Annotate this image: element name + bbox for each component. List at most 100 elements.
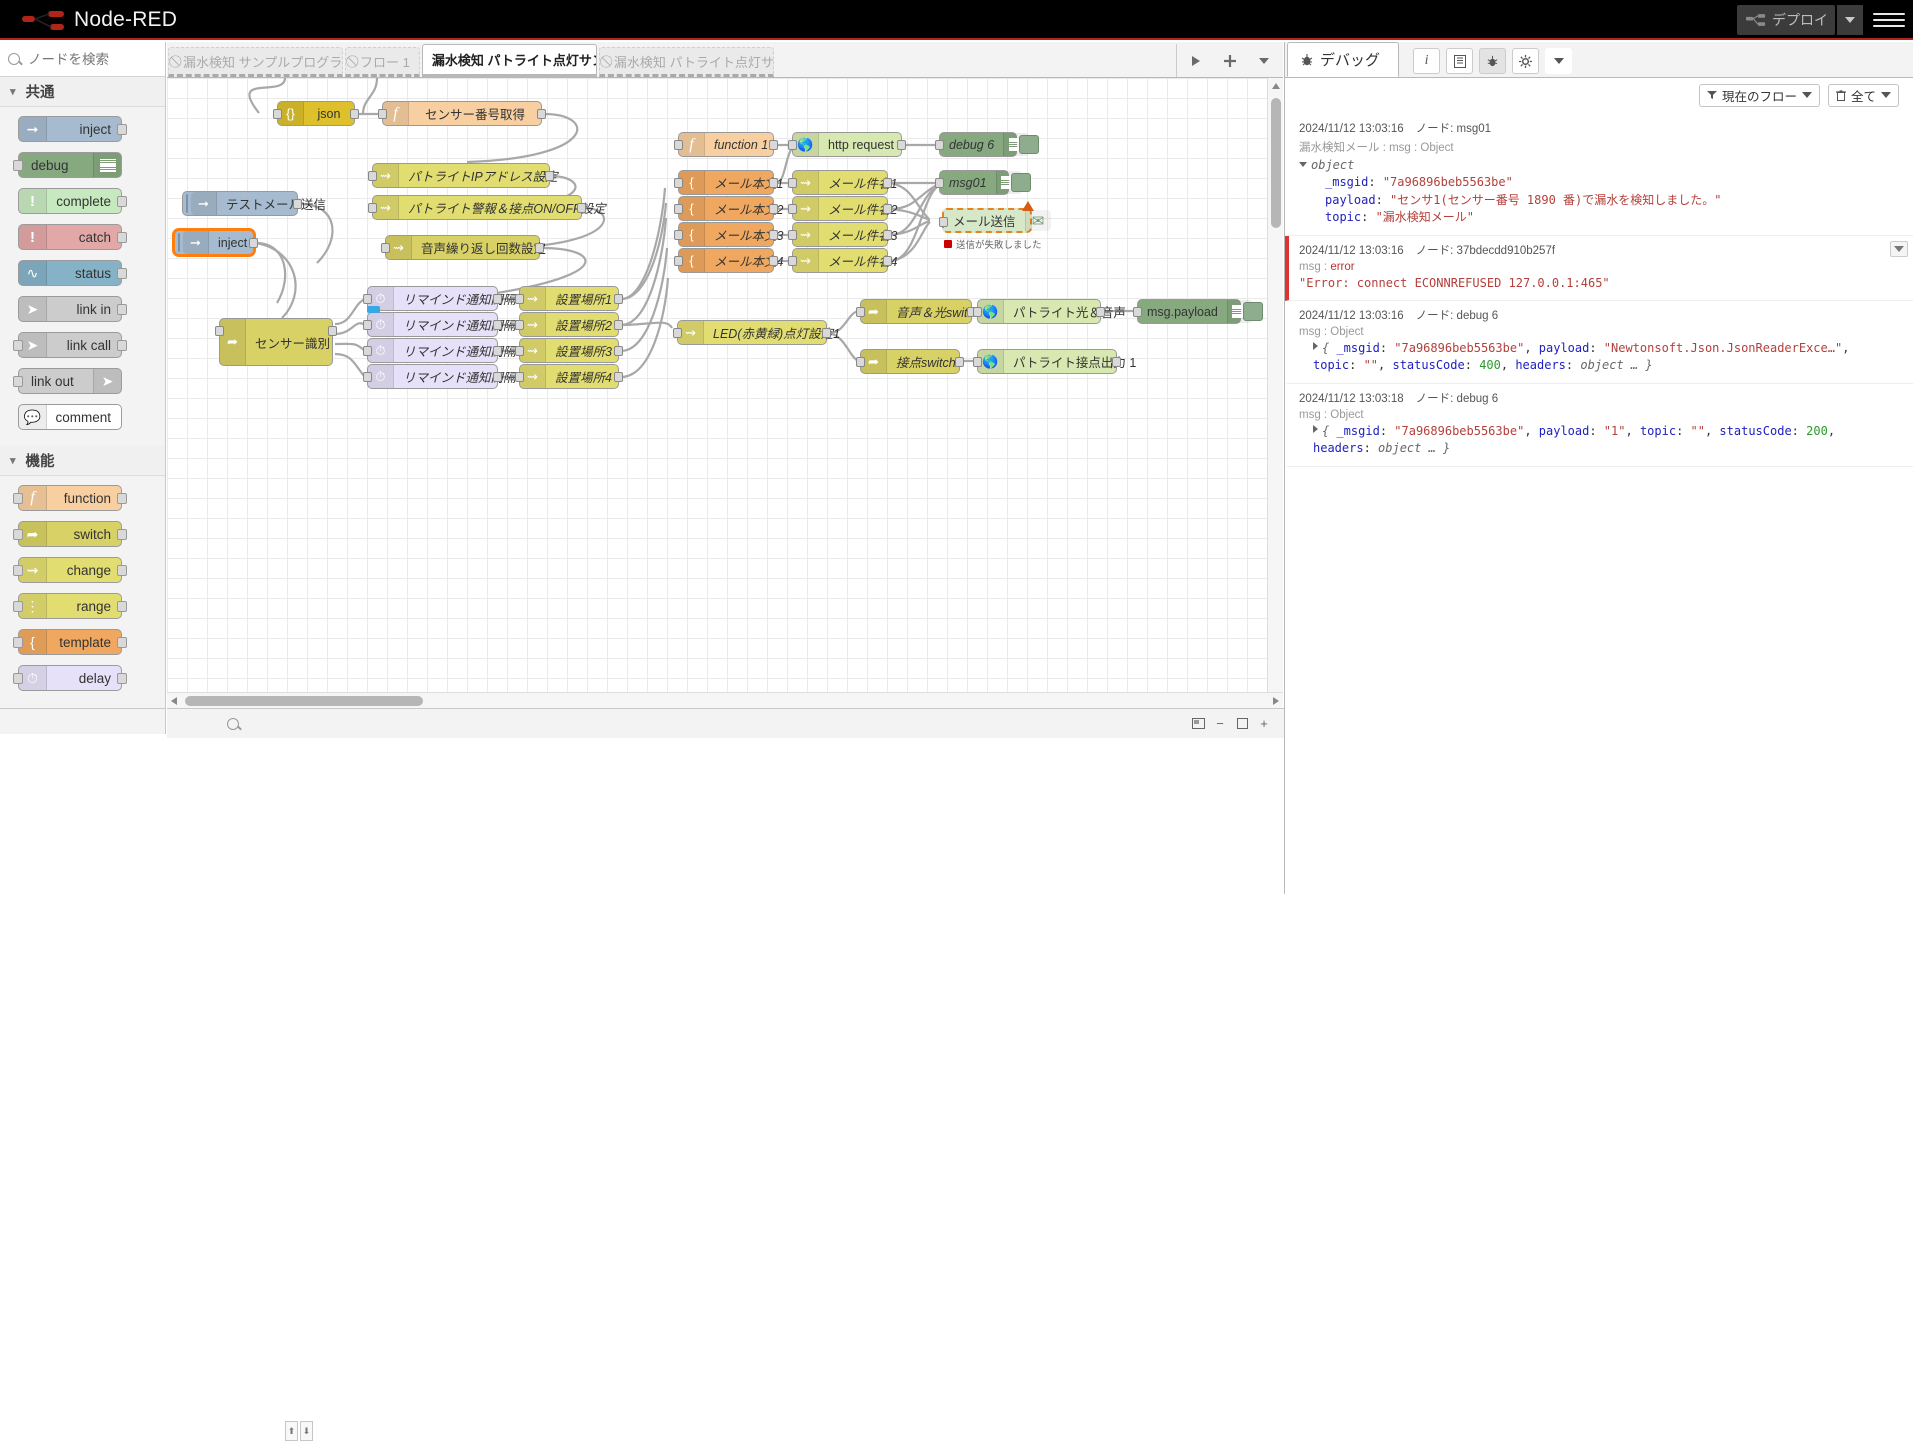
- deploy-button[interactable]: デプロイ: [1737, 5, 1835, 35]
- input-port[interactable]: [674, 256, 683, 266]
- input-port[interactable]: [13, 376, 23, 387]
- clear-messages-button[interactable]: 全て: [1827, 83, 1899, 107]
- flow-menu-button[interactable]: [1247, 44, 1281, 77]
- output-port[interactable]: [117, 601, 127, 612]
- info-tab[interactable]: i: [1413, 48, 1441, 74]
- flow-node-change-20[interactable]: ⇝ メール件名1: [788, 170, 897, 195]
- collapse-down-button[interactable]: ⬇: [300, 1421, 313, 1441]
- flow-filter-button[interactable]: 現在のフロー: [1698, 83, 1820, 107]
- palette-node-status[interactable]: ∿ status: [18, 260, 127, 286]
- flow-node-change-15[interactable]: ⇝ 設置場所4: [515, 364, 623, 389]
- message-menu-button[interactable]: [1890, 240, 1908, 257]
- input-port[interactable]: [674, 204, 683, 214]
- output-port[interactable]: [117, 637, 127, 648]
- zoom-in-button[interactable]: +: [1254, 714, 1274, 734]
- config-tab[interactable]: [1512, 48, 1540, 74]
- output-port[interactable]: [249, 238, 258, 248]
- debug-tab[interactable]: [1479, 48, 1507, 74]
- output-port[interactable]: [769, 204, 778, 214]
- input-port[interactable]: [381, 243, 390, 253]
- output-port[interactable]: [955, 357, 964, 367]
- inject-trigger-button[interactable]: [186, 194, 188, 213]
- input-port[interactable]: [13, 673, 23, 684]
- output-port[interactable]: [493, 372, 502, 382]
- chevron-right-icon[interactable]: [1313, 341, 1318, 350]
- output-port[interactable]: [577, 203, 586, 213]
- input-port[interactable]: [856, 307, 865, 317]
- sidebar-menu[interactable]: [1545, 48, 1573, 74]
- output-port[interactable]: [769, 140, 778, 150]
- flow-node-http-34[interactable]: 🌎 パトライト接点出力 1: [973, 349, 1136, 374]
- palette-node-change[interactable]: ⇝ change: [13, 557, 127, 583]
- input-port[interactable]: [673, 328, 682, 338]
- input-port[interactable]: [515, 320, 524, 330]
- search-input[interactable]: [26, 50, 146, 68]
- output-port[interactable]: [117, 565, 127, 576]
- output-port[interactable]: [614, 294, 623, 304]
- debug-toggle-button[interactable]: [1011, 173, 1031, 192]
- debug-message[interactable]: 2024/11/12 13:03:16 ノード: debug 6 msg : Obj…: [1285, 301, 1913, 384]
- flow-node-change-12[interactable]: ⇝ 設置場所1: [515, 286, 623, 311]
- zoom-out-button[interactable]: −: [1210, 714, 1230, 734]
- palette-node-range[interactable]: ⋮ range: [13, 593, 127, 619]
- help-tab[interactable]: [1446, 48, 1474, 74]
- main-menu-button[interactable]: [1873, 8, 1905, 32]
- flow-node-template-27[interactable]: {メール本文4: [674, 248, 783, 273]
- collapse-up-button[interactable]: ⬆: [285, 1421, 298, 1441]
- input-port[interactable]: [363, 346, 372, 356]
- flow-node-function-1[interactable]: f センサー番号取得: [378, 101, 546, 126]
- output-port[interactable]: [117, 340, 127, 351]
- input-port[interactable]: [13, 637, 23, 648]
- flow-node-switch-30[interactable]: ➦ 音声＆光switch: [856, 299, 981, 324]
- navigator-button[interactable]: [1188, 714, 1208, 734]
- output-port[interactable]: [293, 199, 302, 209]
- flow-node-change-5[interactable]: ⇝ 音声繰り返し回数設定: [381, 235, 546, 260]
- flow-node-delay-10[interactable]: ⏱ リマインド通知間隔3: [363, 338, 522, 363]
- scroll-left-icon[interactable]: [171, 697, 177, 705]
- output-port[interactable]: [883, 256, 892, 266]
- output-port[interactable]: [769, 256, 778, 266]
- canvas-search-button[interactable]: [223, 710, 249, 738]
- flow-node-switch-7[interactable]: ➦ センサー識別: [215, 318, 337, 366]
- input-port[interactable]: [935, 140, 944, 150]
- flow-node-debug-18[interactable]: debug 6: [935, 132, 1039, 157]
- debug-message[interactable]: 2024/11/12 13:03:16 ノード: msg01 漏水検知メール : m…: [1285, 114, 1913, 236]
- output-port[interactable]: [350, 109, 359, 119]
- debug-message-list[interactable]: 2024/11/12 13:03:16 ノード: msg01 漏水検知メール : m…: [1285, 114, 1913, 894]
- input-port[interactable]: [674, 230, 683, 240]
- input-port[interactable]: [788, 230, 797, 240]
- input-port[interactable]: [13, 340, 23, 351]
- run-button[interactable]: [1179, 44, 1213, 77]
- input-port[interactable]: [674, 178, 683, 188]
- palette-node-catch[interactable]: ! catch: [18, 224, 127, 250]
- flow-node-delay-9[interactable]: ⏱ リマインド通知間隔2: [363, 306, 522, 337]
- flow-node-change-14[interactable]: ⇝ 設置場所3: [515, 338, 623, 363]
- flow-node-template-25[interactable]: {メール本文3: [674, 222, 783, 247]
- flow-node-inject-6[interactable]: ➞ inject: [174, 230, 258, 255]
- input-port[interactable]: [973, 357, 982, 367]
- object-root[interactable]: object: [1299, 157, 1898, 174]
- input-port[interactable]: [856, 357, 865, 367]
- palette-node-comment[interactable]: 💬 comment: [18, 404, 122, 430]
- flow-node-switch-33[interactable]: ➦ 接点switch: [856, 349, 964, 374]
- vertical-scroll-thumb[interactable]: [1271, 98, 1281, 228]
- output-port[interactable]: [117, 673, 127, 684]
- output-port[interactable]: [883, 178, 892, 188]
- flow-node-json-0[interactable]: {} json: [273, 101, 359, 126]
- flow-canvas[interactable]: {} json f センサー番号取得 ⇝ パトライトIPアドレス設定 ➞ テストメール送信 ⇝ パ…: [167, 78, 1283, 708]
- input-port[interactable]: [363, 372, 372, 382]
- message-object-collapsed[interactable]: { _msgid: "7a96896beb5563be", payload: "…: [1299, 423, 1898, 458]
- palette-node-template[interactable]: {template: [13, 629, 127, 655]
- output-port[interactable]: [117, 268, 127, 279]
- palette-node-complete[interactable]: ! complete: [18, 188, 127, 214]
- flow-node-http-17[interactable]: 🌎 http request: [788, 132, 906, 157]
- chevron-right-icon[interactable]: [1313, 424, 1318, 433]
- output-port[interactable]: [117, 124, 127, 135]
- input-port[interactable]: [788, 140, 797, 150]
- palette-category-function[interactable]: ▾ 機能: [0, 446, 165, 476]
- output-port[interactable]: [614, 346, 623, 356]
- canvas-horizontal-scrollbar[interactable]: [167, 692, 1283, 708]
- input-port[interactable]: [368, 171, 377, 181]
- flow-node-change-23[interactable]: ⇝ メール件名2: [788, 196, 897, 221]
- output-port[interactable]: [545, 171, 554, 181]
